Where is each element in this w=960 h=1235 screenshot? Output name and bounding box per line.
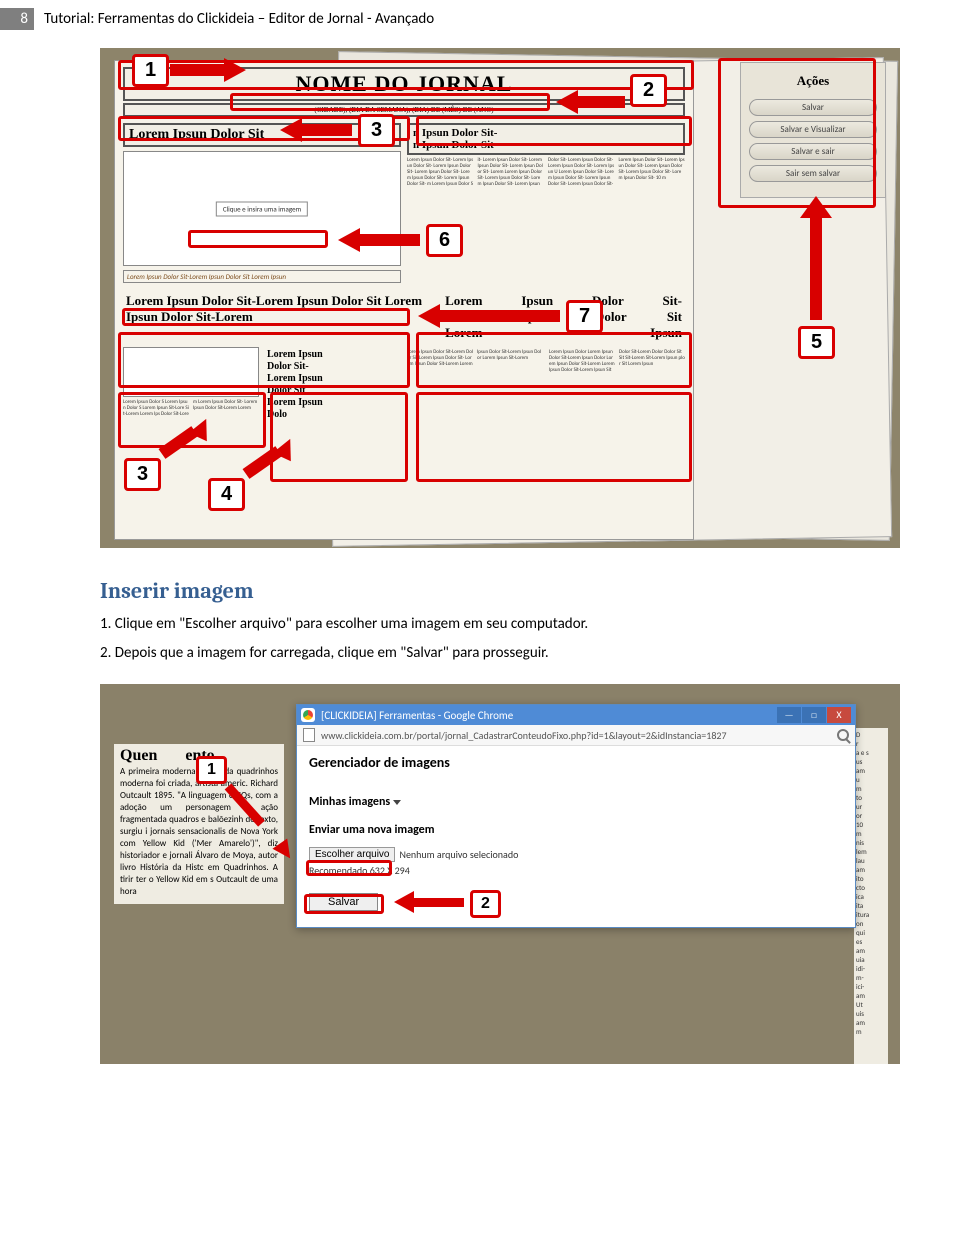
section-heading: Inserir imagem [100,578,960,604]
article-body: A primeira moderna foi criada quadrinhos… [120,766,278,898]
arrow-shaft [300,124,352,136]
callout-4: 4 [208,478,245,511]
my-images-dropdown[interactable]: Minhas imagens [309,795,843,809]
arrow-shaft [575,96,625,108]
highlight-box [416,332,692,388]
callout-1: 1 [132,54,169,87]
instruction-1: 1. Clique em "Escolher arquivo" para esc… [100,614,860,635]
instruction-2: 2. Depois que a imagem for carregada, cl… [100,643,860,664]
page-number: 8 [0,8,34,30]
window-close-button[interactable]: X [827,707,851,723]
image-caption[interactable]: Lorem Ipsun Dolor Sit-Lorem Ipsun Dolor … [123,270,401,283]
arrow-icon [280,118,302,142]
window-maximize-button[interactable]: □ [802,707,826,723]
page-header: 8 Tutorial: Ferramentas do Clickideia – … [0,0,960,38]
figure-1: NOME DO JORNAL (CIDADE), (DIA DA SEMANA)… [100,48,900,548]
no-file-selected-text: Nenhum arquivo selecionado [399,848,518,861]
highlight-box [188,230,328,248]
arrow-icon [418,304,440,328]
arrow-icon [338,228,360,252]
callout-2: 2 [470,890,501,918]
window-title: [CLICKIDEIA] Ferramentas - Google Chrome [321,709,777,722]
arrow-icon [800,196,832,218]
arrow-shaft [810,214,822,320]
url-text: www.clickideia.com.br/portal/jornal_Cada… [321,729,837,742]
upload-label: Enviar uma nova imagem [309,823,843,837]
image-placeholder-label: Clique e insira uma imagem [216,201,308,216]
highlight-box [718,58,876,208]
callout-3: 3 [358,114,395,147]
callout-6: 6 [426,224,463,257]
image-manager-heading: Gerenciador de imagens [309,754,843,771]
highlight-box [118,332,410,388]
body-text-columns: Lorem Ipsun Dolor Sit- Lorem Ipsun Dolor… [407,157,685,187]
window-minimize-button[interactable]: — [777,707,801,723]
page-title: Tutorial: Ferramentas do Clickideia – Ed… [44,10,434,28]
arrow-icon [394,891,414,913]
highlight-box [122,308,410,326]
arrow-shaft [170,64,226,76]
chevron-down-icon [393,800,401,805]
callout-7: 7 [566,300,603,333]
chrome-icon [301,708,315,722]
highlight-box [416,392,692,482]
arrow-shaft [412,898,464,907]
highlight-box [306,860,392,876]
highlight-box [230,93,550,111]
page-icon [303,728,315,742]
arrow-shaft [438,310,560,322]
arrow-icon [224,58,246,82]
callout-1: 1 [196,756,227,784]
callout-5: 5 [798,326,835,359]
callout-2: 2 [630,74,667,107]
figure-2: Quen ento A primeira moderna foi criada … [100,684,900,1064]
article-title-part: Quen [120,747,157,764]
right-text-strip: D r a e s us am u m to ur or 10 m nis le… [854,728,888,1064]
highlight-box [304,894,384,914]
window-titlebar: [CLICKIDEIA] Ferramentas - Google Chrome… [297,705,855,725]
arrow-icon [556,90,578,114]
callout-3b: 3 [124,458,161,491]
address-bar[interactable]: www.clickideia.com.br/portal/jornal_Cada… [297,725,855,746]
zoom-icon[interactable] [837,729,849,741]
highlight-box [416,116,692,146]
highlight-box [270,392,408,482]
my-images-label: Minhas imagens [309,795,390,809]
arrow-shaft [358,234,420,246]
